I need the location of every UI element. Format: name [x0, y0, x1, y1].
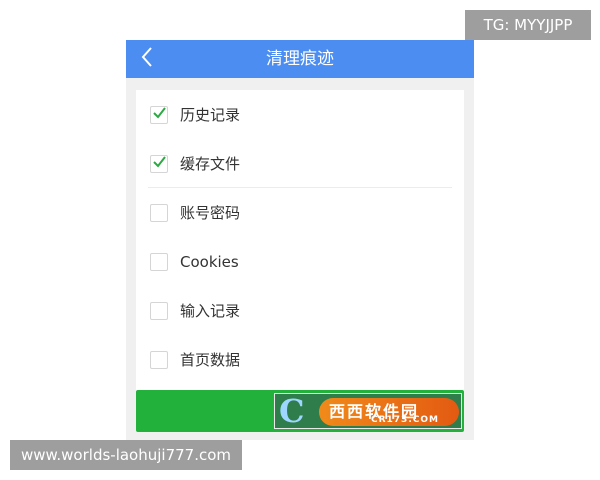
option-label: 输入记录 — [180, 302, 241, 320]
title-bar: 清理痕迹 — [126, 40, 474, 78]
logo-subtext: CR173.COM — [371, 415, 439, 425]
checkbox-passwords[interactable] — [150, 203, 168, 222]
watermark-tag-bottom: www.worlds-laohuji777.com — [10, 440, 242, 470]
checkbox-cache[interactable] — [150, 154, 168, 173]
option-cookies[interactable]: Cookies — [136, 237, 464, 286]
clear-button[interactable]: C 西西软件园 CR173.COM — [136, 390, 464, 432]
checkmark-icon — [152, 105, 167, 124]
clear-options-list: 历史记录 缓存文件 账号密码 Cookies 输入记录 首页数据 — [136, 90, 464, 420]
option-label: 首页数据 — [180, 351, 241, 369]
checkbox-input-records[interactable] — [150, 301, 168, 320]
option-passwords[interactable]: 账号密码 — [136, 188, 464, 237]
watermark-logo: C 西西软件园 CR173.COM — [274, 393, 462, 429]
option-label: Cookies — [180, 252, 239, 271]
option-input-records[interactable]: 输入记录 — [136, 286, 464, 335]
option-label: 账号密码 — [180, 204, 241, 222]
checkbox-history[interactable] — [150, 105, 168, 124]
checkbox-homepage-data[interactable] — [150, 350, 168, 369]
logo-c-icon: C — [279, 393, 305, 429]
app-screen: 清理痕迹 历史记录 缓存文件 账号密码 Cookies 输入记录 首页数据 C … — [126, 40, 474, 440]
checkbox-cookies[interactable] — [150, 252, 168, 271]
page-title: 清理痕迹 — [266, 49, 334, 69]
option-label: 缓存文件 — [180, 155, 241, 173]
option-history[interactable]: 历史记录 — [136, 90, 464, 139]
option-label: 历史记录 — [180, 106, 241, 124]
watermark-tag-top: TG: MYYJJPP — [465, 10, 591, 40]
option-cache[interactable]: 缓存文件 — [136, 139, 464, 188]
checkmark-icon — [152, 154, 167, 173]
option-homepage-data[interactable]: 首页数据 — [136, 335, 464, 384]
stage: 清理痕迹 历史记录 缓存文件 账号密码 Cookies 输入记录 首页数据 C … — [0, 0, 600, 480]
